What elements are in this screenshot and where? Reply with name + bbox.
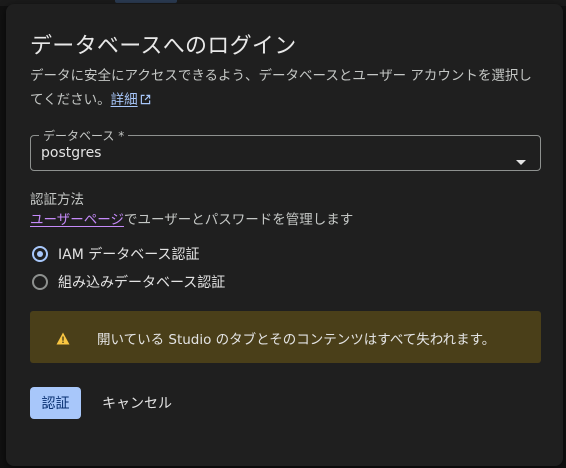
radio-option-builtin[interactable]: 組み込みデータベース認証 [32,272,225,292]
dialog-title: データベースへのログイン [30,34,297,59]
database-select-label: データベース * [39,127,129,144]
database-select[interactable]: データベース * postgres [30,127,541,171]
warning-icon [56,330,70,349]
user-page-link[interactable]: ユーザーページ [30,212,124,228]
details-link-label: 詳細 [110,92,138,108]
radio-option-iam[interactable]: IAM データベース認証 [32,244,200,264]
authenticate-button[interactable]: 認証 [30,387,81,419]
login-dialog: データベースへのログイン データに安全にアクセスできるよう、データベースとユーザ… [6,4,563,466]
dropdown-arrow-icon[interactable] [516,150,526,169]
auth-method-heading: 認証方法 [30,192,84,208]
background-tab-indicator [115,0,177,3]
radio-button-builtin[interactable] [32,274,48,290]
description-text: データに安全にアクセスできるよう、データベースとユーザー アカウントを選択してく… [30,68,532,108]
warning-banner: 開いている Studio のタブとそのコンテンツはすべて失われます。 [30,311,541,363]
open-in-new-icon [140,89,151,113]
warning-text: 開いている Studio のタブとそのコンテンツはすべて失われます。 [97,332,496,348]
details-link[interactable]: 詳細 [111,92,151,108]
auth-method-note: ユーザーページでユーザーとパスワードを管理します [30,208,353,228]
cancel-button[interactable]: キャンセル [92,387,182,419]
radio-button-iam[interactable] [32,246,48,262]
dialog-description: データに安全にアクセスできるよう、データベースとユーザー アカウントを選択してく… [30,64,535,113]
auth-note-text: でユーザーとパスワードを管理します [123,212,354,228]
radio-label-builtin: 組み込みデータベース認証 [58,275,226,291]
radio-label-iam: IAM データベース認証 [58,247,200,263]
database-select-value: postgres [41,145,102,161]
